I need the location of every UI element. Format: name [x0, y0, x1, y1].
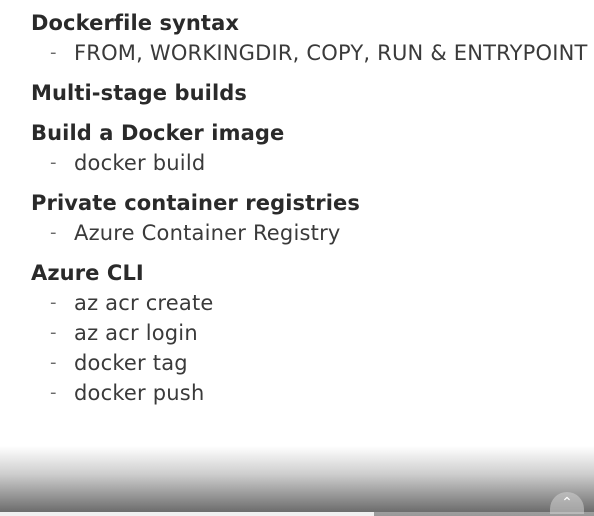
bullet: -	[50, 222, 57, 243]
section-heading: Azure CLI	[31, 261, 144, 285]
list-item-text: az acr login	[74, 321, 198, 345]
list-item-text: az acr create	[74, 291, 214, 315]
list-item-text: Azure Container Registry	[74, 221, 341, 245]
section-heading: Dockerfile syntax	[31, 11, 239, 35]
list-item-text: docker tag	[74, 351, 188, 375]
section-private-container-registries: Private container registries - Azure Con…	[31, 188, 594, 248]
section-multi-stage-builds: Multi-stage builds	[31, 78, 594, 108]
video-progress-fill	[0, 512, 375, 516]
section-azure-cli: Azure CLI - az acr create - az acr login…	[31, 258, 594, 408]
sub-list: - az acr create - az acr login - docker …	[31, 288, 594, 408]
section-heading: Multi-stage builds	[31, 81, 248, 105]
list-item: - Azure Container Registry	[31, 218, 594, 248]
list-item: - docker tag	[31, 348, 594, 378]
bullet: -	[50, 322, 57, 343]
bullet: -	[50, 352, 57, 373]
sub-list: - docker build	[31, 148, 594, 178]
list-item-text: docker build	[74, 151, 206, 175]
sub-list: - Azure Container Registry	[31, 218, 594, 248]
bullet: -	[50, 42, 57, 63]
list-item-text: docker push	[74, 381, 205, 405]
list-item: - docker push	[31, 378, 594, 408]
list-item: - docker build	[31, 148, 594, 178]
bullet: -	[50, 152, 57, 173]
bullet: -	[50, 382, 57, 403]
section-dockerfile-syntax: Dockerfile syntax - FROM, WORKINGDIR, CO…	[31, 8, 594, 68]
list-item: - az acr login	[31, 318, 594, 348]
section-heading: Private container registries	[31, 191, 360, 215]
slide: Dockerfile syntax - FROM, WORKINGDIR, CO…	[0, 0, 594, 516]
list-item: - FROM, WORKINGDIR, COPY, RUN & ENTRYPOI…	[31, 38, 594, 68]
sub-list: - FROM, WORKINGDIR, COPY, RUN & ENTRYPOI…	[31, 38, 594, 68]
section-build-docker-image: Build a Docker image - docker build	[31, 118, 594, 178]
list-item-text: FROM, WORKINGDIR, COPY, RUN & ENTRYPOINT	[74, 41, 588, 65]
section-heading: Build a Docker image	[31, 121, 285, 145]
list-item: - az acr create	[31, 288, 594, 318]
video-progress-bar[interactable]	[0, 512, 594, 516]
bullet: -	[50, 292, 57, 313]
